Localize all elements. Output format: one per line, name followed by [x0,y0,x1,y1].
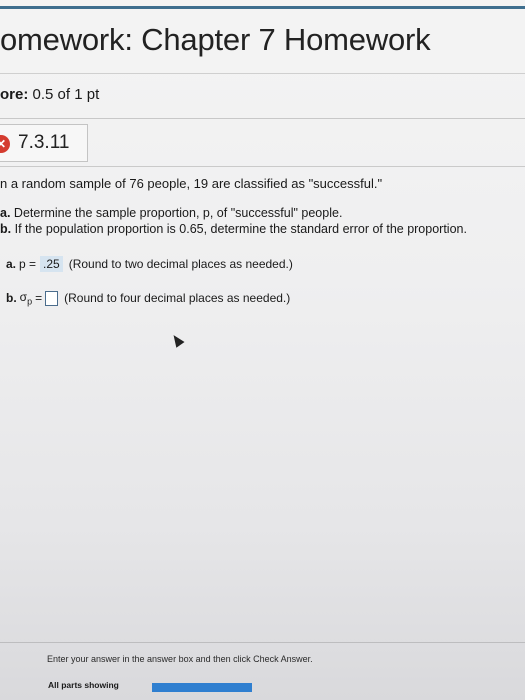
answer-b-hint: (Round to four decimal places as needed.… [64,291,291,306]
answer-b-equals: = [35,291,43,306]
all-parts-showing-label[interactable]: All parts showing [48,680,119,690]
answer-b-input[interactable] [45,290,59,306]
answer-a-label: a. [6,257,17,271]
answer-b-label: b. [6,291,17,306]
parts-progress-fill [152,683,252,692]
answer-a-symbol: p = [19,257,37,271]
score-value: 0.5 of 1 pt [32,86,100,103]
question-number: 7.3.11 [18,132,70,153]
part-a-letter: a. [0,206,11,220]
top-accent-rule [0,6,525,9]
footer-divider [0,642,525,643]
answer-a-hint: (Round to two decimal places as needed.) [68,257,293,271]
answer-row-a: a. p = .25 (Round to two decimal places … [6,256,293,272]
divider [0,118,525,119]
score-row: ore: 0.5 of 1 pt [0,86,99,103]
answer-row-b: b. σp = (Round to four decimal places as… [6,290,290,306]
question-prompt: n a random sample of 76 people, 19 are c… [0,176,383,191]
part-b-instruction: b. If the population proportion is 0.65,… [0,222,467,236]
part-a-instruction: a. Determine the sample proportion, p, o… [0,206,342,220]
footer-instruction: Enter your answer in the answer box and … [47,654,313,664]
divider [0,166,525,167]
part-a-text: Determine the sample proportion, p, of "… [13,206,343,220]
part-b-letter: b. [0,222,12,236]
parts-progress-bar [152,683,252,692]
answer-b-symbol: σp [19,290,33,307]
part-b-text: If the population proportion is 0.65, de… [14,222,467,236]
answer-a-field[interactable]: .25 [40,256,63,272]
page-title: omework: Chapter 7 Homework [0,22,431,57]
score-label: ore: [0,86,29,103]
mouse-cursor-icon [169,332,185,348]
